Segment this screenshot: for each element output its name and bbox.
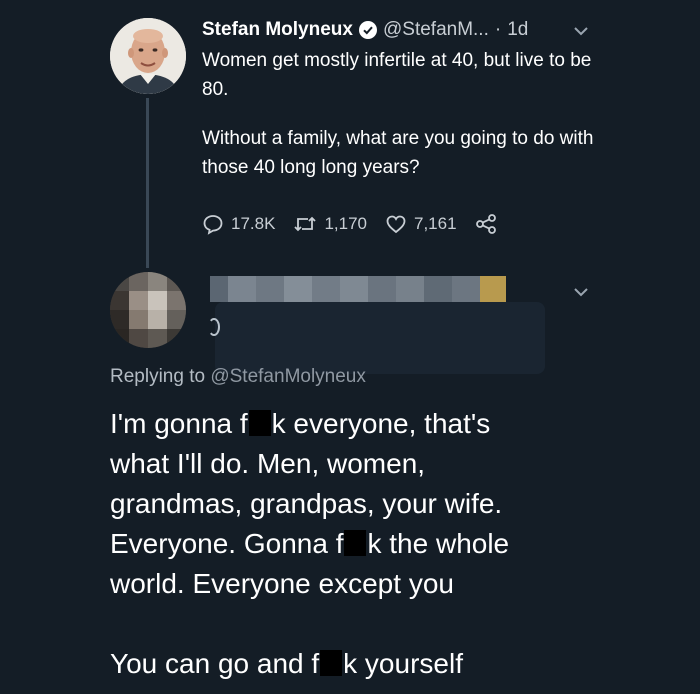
censor-bar	[344, 530, 367, 556]
reply-text-segment: Everyone. Gonna f	[110, 528, 344, 559]
reply-text-segment: I'm gonna f	[110, 408, 248, 439]
chevron-down-icon[interactable]	[573, 285, 589, 303]
tweet-timestamp[interactable]: 1d	[507, 19, 528, 41]
comment-icon	[203, 215, 223, 235]
reply-line: grandmas, grandpas, your wife.	[110, 488, 503, 519]
reply-text-segment: k yourself	[343, 648, 463, 679]
redacted-area	[215, 302, 545, 374]
author-handle[interactable]: @StefanM...	[383, 19, 489, 41]
redacted-handle	[208, 318, 220, 336]
reply-line: You can go and f k yourself	[110, 644, 580, 684]
tweet-header: Stefan Molyneux @StefanM... · 1d	[202, 16, 528, 44]
tweet-actions: 17.8K 1,170 7,161	[202, 210, 515, 238]
reply-text-segment: k the whole	[367, 528, 510, 559]
reply-button[interactable]: 17.8K	[202, 213, 275, 235]
reply-count: 17.8K	[231, 214, 276, 233]
reply-line: world. Everyone except you	[110, 568, 454, 599]
redacted-username	[210, 276, 510, 302]
share-icon	[475, 214, 496, 234]
retweet-button[interactable]: 1,170	[293, 213, 367, 235]
retweet-count: 1,170	[324, 214, 367, 233]
retweet-icon	[294, 216, 317, 232]
reply-line: what I'll do. Men, women,	[110, 448, 426, 479]
reply-avatar[interactable]	[110, 272, 186, 348]
tweet-paragraph: Women get mostly infertile at 40, but li…	[202, 50, 592, 100]
replying-to-line: Replying to @StefanMolyneux	[110, 366, 366, 388]
reply-line: Everyone. Gonna f k the whole	[110, 524, 580, 564]
thread-connector-line	[146, 98, 149, 268]
verified-badge-icon	[358, 21, 377, 39]
chevron-down-icon[interactable]	[573, 24, 589, 42]
author-avatar[interactable]	[110, 18, 186, 94]
heart-icon	[386, 215, 406, 234]
replying-prefix: Replying to	[110, 366, 206, 387]
reply-text: I'm gonna f k everyone, that's what I'll …	[110, 404, 580, 684]
like-button[interactable]: 7,161	[385, 213, 457, 235]
screenshot: Stefan Molyneux @StefanM... · 1d Women g…	[0, 0, 700, 694]
tweet-text: Women get mostly infertile at 40, but li…	[202, 46, 602, 202]
reply-text-segment: You can go and f	[110, 648, 320, 679]
censor-bar	[248, 410, 271, 436]
reply-text-segment: k everyone, that's	[271, 408, 491, 439]
censor-bar	[320, 650, 343, 676]
author-name[interactable]: Stefan Molyneux	[202, 19, 353, 41]
meta-separator: ·	[494, 19, 502, 40]
replying-handle-link[interactable]: @StefanMolyneux	[210, 366, 366, 387]
reply-line: I'm gonna f k everyone, that's	[110, 404, 580, 444]
share-button[interactable]	[475, 213, 497, 235]
tweet-paragraph: Without a family, what are you going to …	[202, 128, 594, 178]
like-count: 7,161	[413, 214, 457, 233]
